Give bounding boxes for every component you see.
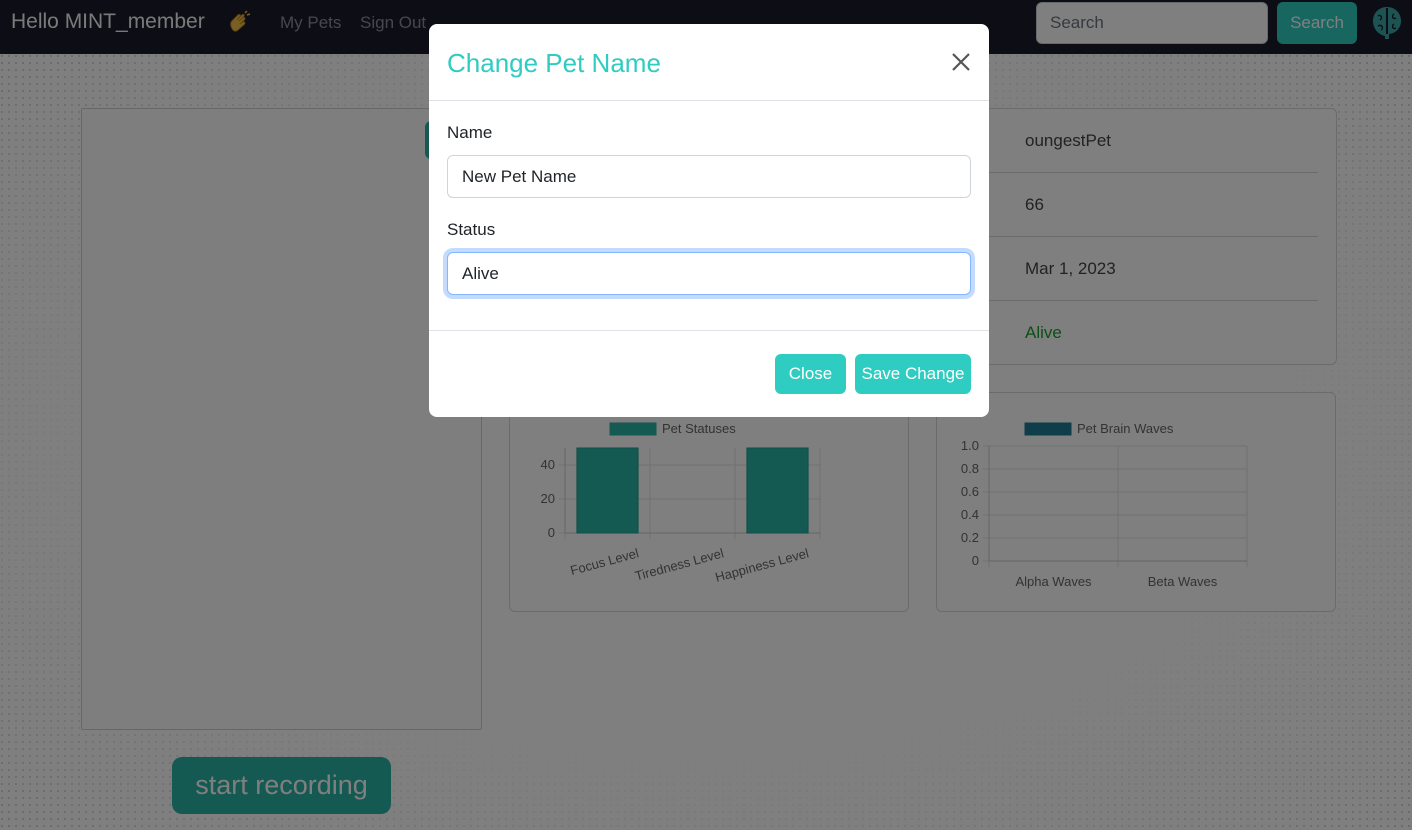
- status-label: Status: [447, 220, 496, 239]
- change-pet-name-modal: Change Pet Name Name Status Close Save C…: [429, 24, 989, 417]
- modal-footer-divider: [429, 330, 989, 331]
- save-change-button[interactable]: Save Change: [855, 354, 971, 394]
- modal-header: Change Pet Name: [429, 24, 989, 101]
- pet-status-field[interactable]: [447, 252, 971, 295]
- pet-name-field[interactable]: [447, 155, 971, 198]
- close-icon[interactable]: [949, 50, 973, 74]
- modal-title: Change Pet Name: [447, 48, 661, 78]
- close-button[interactable]: Close: [775, 354, 846, 394]
- name-label: Name: [447, 123, 493, 142]
